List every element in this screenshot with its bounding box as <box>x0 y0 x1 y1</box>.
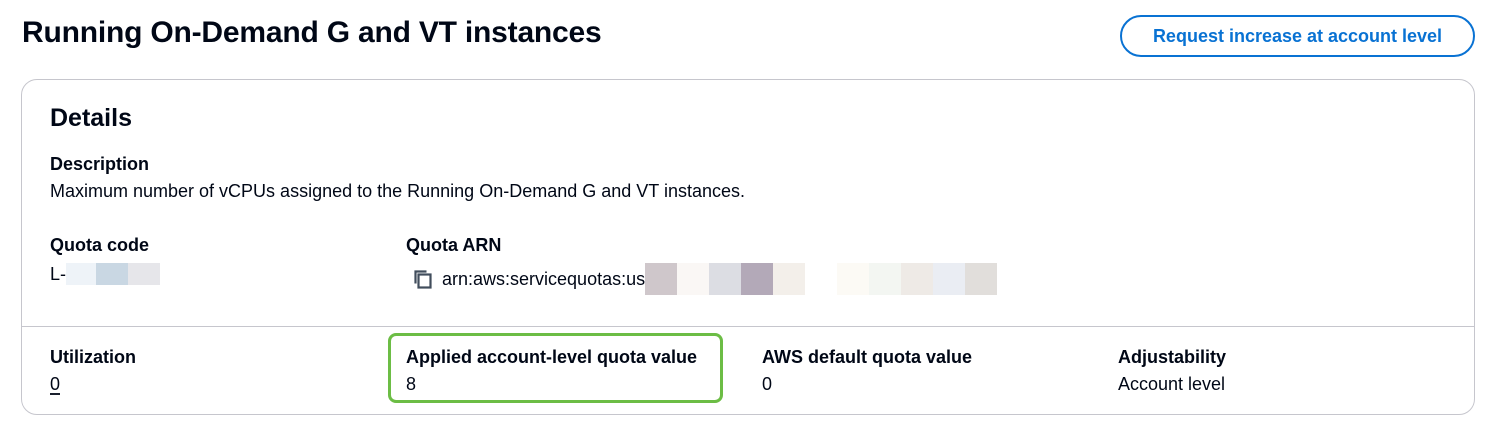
quota-arn-value: arn:aws:servicequotas:us <box>412 263 998 295</box>
description-label: Description <box>50 154 150 174</box>
quota-detail-page: Running On-Demand G and VT instances Req… <box>0 0 1494 438</box>
description-value: Maximum number of vCPUs assigned to the … <box>50 181 745 201</box>
quota-arn-label: Quota ARN <box>406 235 502 255</box>
quota-code-label: Quota code <box>50 235 150 255</box>
default-quota-label: AWS default quota value <box>762 347 973 367</box>
adjustability-label: Adjustability <box>1118 347 1227 367</box>
request-increase-button[interactable]: Request increase at account level <box>1120 15 1475 57</box>
utilization-value[interactable]: 0 <box>50 374 60 395</box>
redacted-block <box>66 263 97 285</box>
copy-icon[interactable] <box>412 268 434 290</box>
quota-code-value: L- <box>50 263 161 285</box>
utilization-label: Utilization <box>50 347 136 367</box>
quota-code-prefix: L- <box>50 263 67 284</box>
applied-quota-highlight <box>388 333 723 403</box>
details-card: Details Description Maximum number of vC… <box>21 79 1475 415</box>
page-title: Running On-Demand G and VT instances <box>22 16 602 49</box>
redacted-block <box>128 263 161 285</box>
default-quota-value: 0 <box>762 374 773 394</box>
details-heading: Details <box>50 104 132 132</box>
redacted-arn <box>645 263 998 295</box>
redacted-block <box>96 263 129 285</box>
applied-quota-label: Applied account-level quota value <box>406 347 698 367</box>
adjustability-value: Account level <box>1118 374 1226 394</box>
section-divider <box>22 326 1474 327</box>
quota-arn-text: arn:aws:servicequotas:us <box>442 268 646 289</box>
applied-quota-value: 8 <box>406 374 417 394</box>
